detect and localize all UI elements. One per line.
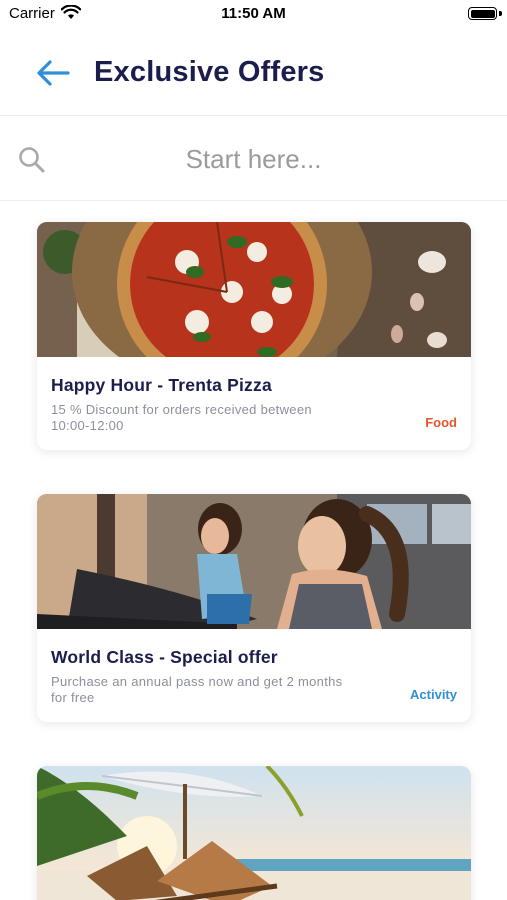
- header: Exclusive Offers: [0, 40, 507, 116]
- back-button[interactable]: [30, 58, 76, 92]
- gym-treadmill-photo: [37, 494, 471, 629]
- offer-title: World Class - Special offer: [51, 647, 278, 667]
- beach-umbrella-photo: [37, 766, 471, 900]
- battery-nub: [499, 11, 502, 16]
- offer-description: Purchase an annual pass now and get 2 mo…: [51, 674, 343, 705]
- status-bar: Carrier 11:50 AM: [0, 0, 507, 30]
- page-title: Exclusive Offers: [94, 56, 325, 88]
- offer-description: 15 % Discount for orders received betwee…: [51, 402, 312, 433]
- offer-title: Happy Hour - Trenta Pizza: [51, 375, 272, 395]
- battery-icon: [468, 7, 497, 20]
- offer-card[interactable]: [37, 766, 471, 900]
- offer-category-badge: Food: [425, 415, 457, 430]
- status-time: 11:50 AM: [221, 5, 286, 22]
- offer-card[interactable]: World Class - Special offer Purchase an …: [37, 494, 471, 722]
- offer-card[interactable]: Happy Hour - Trenta Pizza 15 % Discount …: [37, 222, 471, 450]
- search-bar: [0, 117, 507, 201]
- arrow-left-icon: [36, 59, 70, 92]
- search-input[interactable]: [60, 137, 447, 181]
- offer-card-body: World Class - Special offer Purchase an …: [37, 629, 471, 722]
- offer-card-body: Happy Hour - Trenta Pizza 15 % Discount …: [37, 357, 471, 450]
- offer-category-badge: Activity: [410, 687, 457, 702]
- pizza-photo: [37, 222, 471, 357]
- search-icon: [17, 145, 47, 175]
